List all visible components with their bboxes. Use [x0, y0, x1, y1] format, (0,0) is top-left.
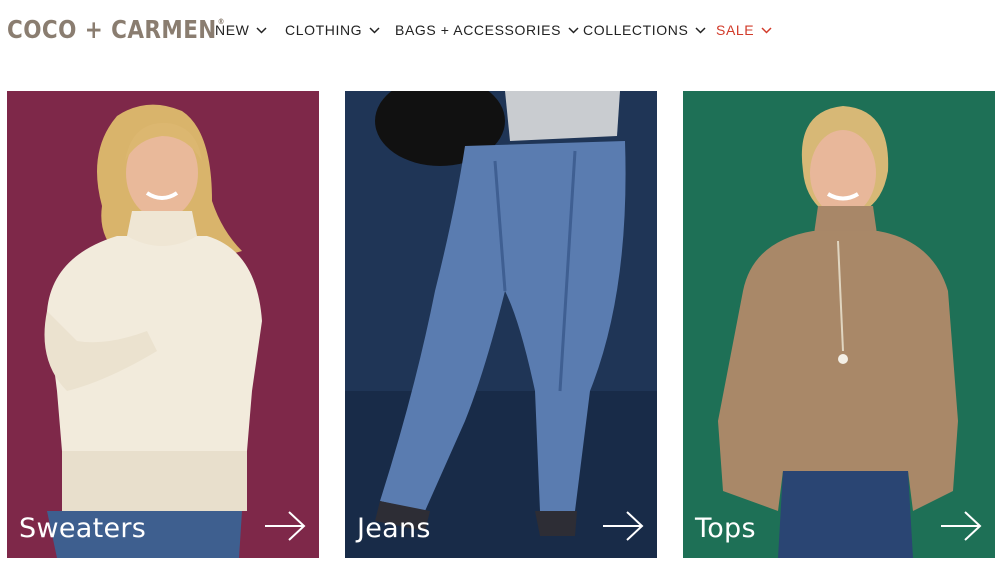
card-label: Sweaters: [19, 513, 147, 544]
chevron-down-icon: [256, 27, 267, 34]
arrow-right-icon: [603, 511, 644, 541]
chevron-down-icon: [761, 27, 772, 34]
nav-item-label: SALE: [716, 22, 755, 38]
brand-logo[interactable]: COCO + CARMEN ®: [7, 15, 225, 47]
nav-item-bags-accessories[interactable]: BAGS + ACCESSORIES: [395, 22, 579, 38]
nav-item-label: CLOTHING: [285, 22, 363, 38]
nav-item-collections[interactable]: COLLECTIONS: [583, 22, 706, 38]
arrow-right-icon: [941, 511, 982, 541]
nav-item-label: COLLECTIONS: [583, 22, 689, 38]
card-label: Tops: [695, 513, 756, 544]
nav-item-label: BAGS + ACCESSORIES: [395, 22, 562, 38]
sweaters-model-image: [7, 91, 319, 558]
chevron-down-icon: [369, 27, 380, 34]
nav-item-sale[interactable]: SALE: [716, 22, 772, 38]
chevron-down-icon: [568, 27, 579, 34]
arrow-right-icon: [265, 511, 306, 541]
category-card-tops[interactable]: Tops: [683, 91, 995, 558]
card-label: Jeans: [357, 513, 431, 544]
tops-model-image: [683, 91, 995, 558]
jeans-model-image: [345, 91, 657, 558]
chevron-down-icon: [695, 27, 706, 34]
nav-item-clothing[interactable]: CLOTHING: [285, 22, 380, 38]
nav-item-new[interactable]: NEW: [215, 22, 267, 38]
category-card-sweaters[interactable]: Sweaters: [7, 91, 319, 558]
category-card-jeans[interactable]: Jeans: [345, 91, 657, 558]
site-header: COCO + CARMEN ® NEW CLOTHING BAGS + ACCE…: [0, 0, 1000, 64]
brand-name: COCO + CARMEN: [7, 15, 217, 44]
nav-item-label: NEW: [215, 22, 250, 38]
